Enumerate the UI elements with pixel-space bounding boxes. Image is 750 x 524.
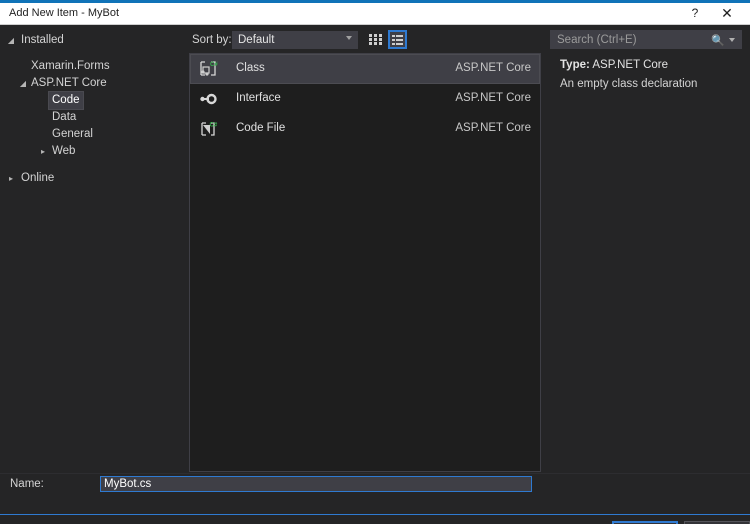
svg-text:C#: C#: [210, 62, 218, 68]
chevron-down-icon[interactable]: [729, 38, 735, 42]
dialog-body: ◢ Installed Xamarin.Forms ◢ ASP.NET Core…: [0, 26, 750, 524]
tree-item-label: Online: [21, 172, 55, 184]
list-item-interface[interactable]: Interface ASP.NET Core: [190, 84, 540, 114]
title-bar: Add New Item - MyBot ? ✕: [0, 3, 750, 25]
svg-text:C#: C#: [210, 123, 218, 129]
grid-icon: [369, 34, 382, 45]
search-icon: 🔍: [711, 35, 725, 47]
detail-description: An empty class declaration: [560, 78, 698, 90]
sort-by-label: Sort by:: [192, 34, 232, 46]
name-label: Name:: [10, 478, 44, 490]
code-file-icon: C#: [198, 119, 218, 139]
tree-item-data[interactable]: Data: [0, 109, 188, 126]
class-icon: C#: [198, 59, 218, 79]
detail-type-value: ASP.NET Core: [592, 59, 669, 71]
list-view-button[interactable]: [388, 30, 407, 49]
help-button[interactable]: ?: [680, 3, 710, 24]
tree-item-label: Data: [52, 111, 77, 123]
name-field[interactable]: [100, 476, 532, 492]
tree-item-label: Web: [52, 145, 76, 157]
sort-by-value: Default: [238, 34, 275, 46]
template-list[interactable]: C# Class ASP.NET Core Interface ASP.NET …: [189, 53, 541, 472]
dialog-footer: Add Cancel: [0, 515, 750, 524]
chevron-down-icon: [346, 36, 352, 40]
tree-item-online[interactable]: ▸ Online: [0, 170, 188, 187]
category-tree[interactable]: ◢ Installed Xamarin.Forms ◢ ASP.NET Core…: [0, 26, 188, 472]
list-item-class[interactable]: C# Class ASP.NET Core: [190, 54, 540, 84]
list-item-type: ASP.NET Core: [455, 122, 531, 134]
list-item-name: Class: [236, 62, 265, 74]
tree-item-general[interactable]: General: [0, 126, 188, 143]
list-item-name: Interface: [236, 92, 281, 104]
expander-icon[interactable]: ◢: [6, 32, 16, 49]
tree-item-xamarin-forms[interactable]: Xamarin.Forms: [0, 58, 188, 75]
list-toolbar: Sort by: Default: [189, 30, 550, 52]
tree-item-label: Installed: [21, 34, 64, 46]
tree-item-label: Xamarin.Forms: [31, 60, 110, 72]
expander-icon[interactable]: ▸: [6, 170, 16, 187]
list-item-name: Code File: [236, 122, 286, 134]
tiles-view-button[interactable]: [366, 30, 385, 49]
list-icon: [392, 35, 403, 45]
name-row-divider: [0, 473, 750, 474]
detail-type-row: Type: ASP.NET Core: [560, 59, 668, 71]
expander-icon[interactable]: ▸: [38, 143, 48, 160]
tree-item-installed[interactable]: ◢ Installed: [0, 32, 188, 49]
list-right-gutter: [541, 53, 550, 472]
close-button[interactable]: ✕: [712, 3, 742, 24]
search-input[interactable]: Search (Ctrl+E) 🔍: [550, 30, 742, 49]
list-item-type: ASP.NET Core: [455, 92, 531, 104]
tree-item-code[interactable]: Code: [0, 91, 188, 110]
details-column: Search (Ctrl+E) 🔍 Type: ASP.NET Core An …: [550, 26, 750, 472]
tree-item-web[interactable]: ▸ Web: [0, 143, 188, 160]
list-item-type: ASP.NET Core: [455, 62, 531, 74]
dialog-title: Add New Item - MyBot: [9, 7, 120, 19]
tree-item-aspnet-core[interactable]: ◢ ASP.NET Core: [0, 75, 188, 92]
interface-icon: [198, 89, 218, 109]
tree-item-label: ASP.NET Core: [31, 77, 107, 89]
tree-item-label: Code: [48, 91, 84, 110]
template-list-column: Sort by: Default C# Class ASP.NET Core I…: [189, 26, 550, 472]
tree-item-label: General: [52, 128, 93, 140]
detail-type-label: Type:: [560, 59, 590, 71]
add-new-item-dialog: Add New Item - MyBot ? ✕ ◢ Installed Xam…: [0, 0, 750, 524]
sort-by-dropdown[interactable]: Default: [232, 31, 358, 49]
search-placeholder: Search (Ctrl+E): [557, 34, 637, 46]
expander-icon[interactable]: ◢: [18, 75, 28, 92]
list-item-code-file[interactable]: C# Code File ASP.NET Core: [190, 114, 540, 144]
